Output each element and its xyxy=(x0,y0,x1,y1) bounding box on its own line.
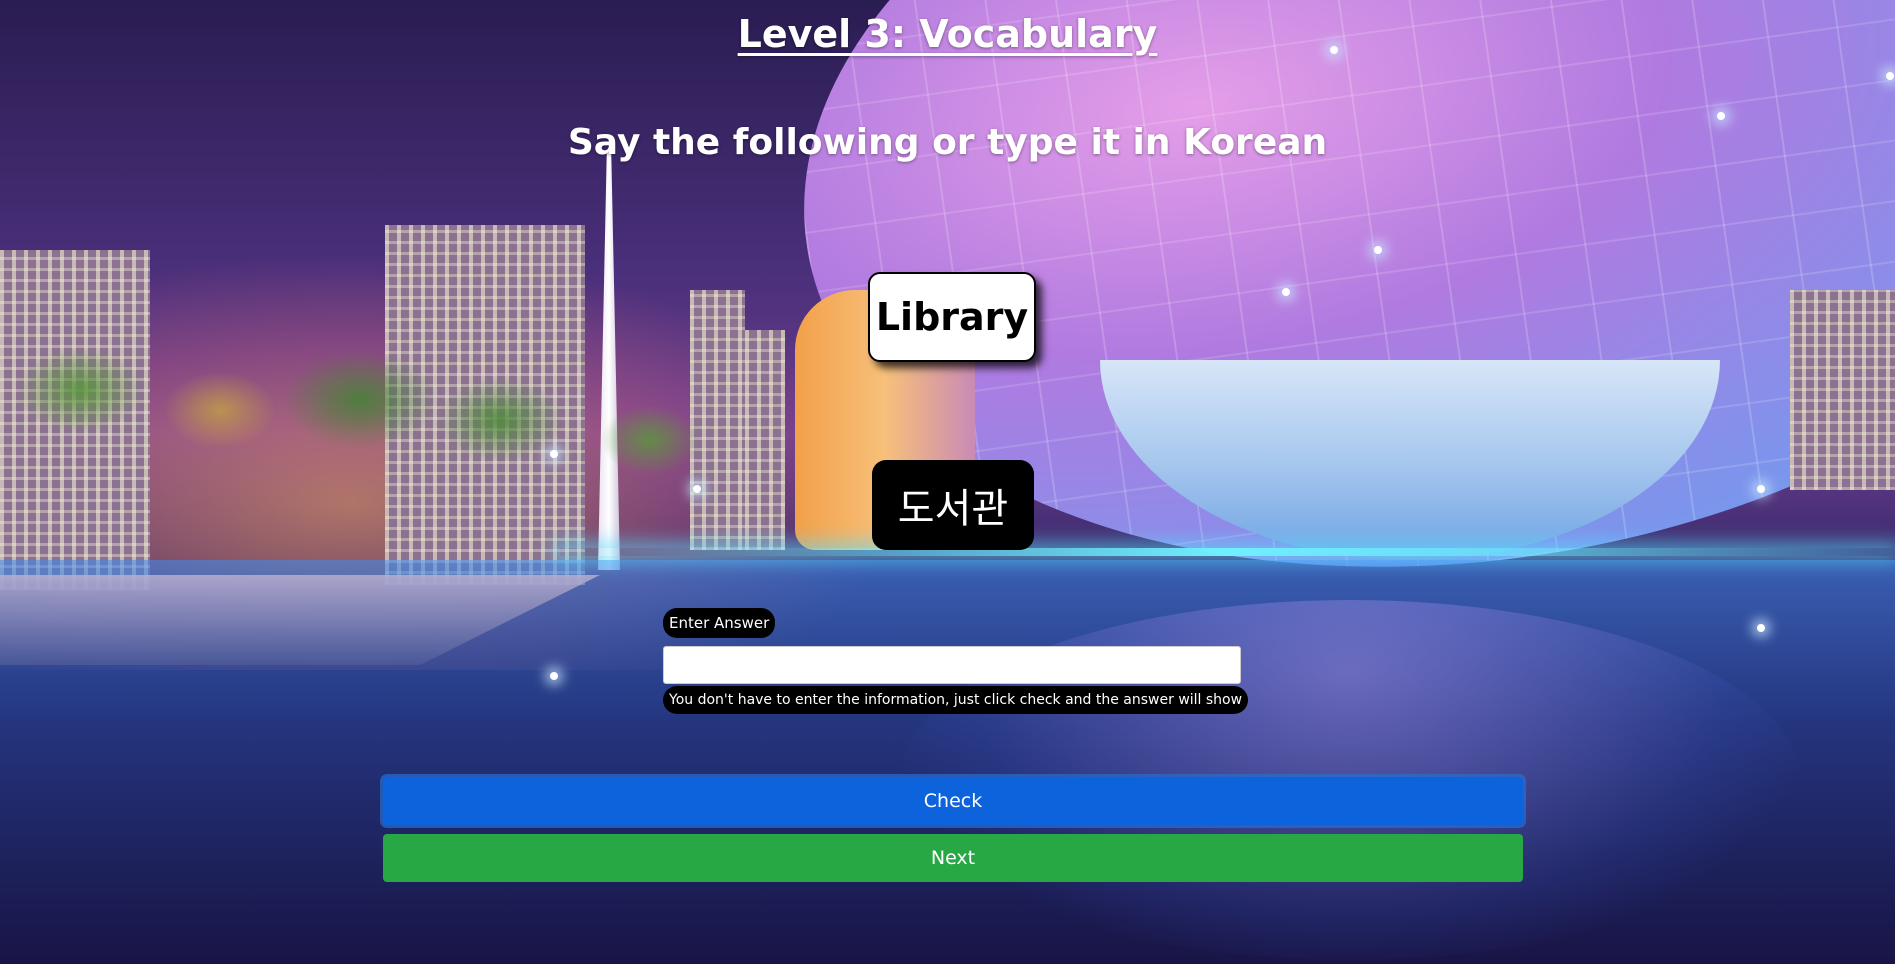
check-button[interactable]: Check xyxy=(383,777,1523,825)
page-title: Level 3: Vocabulary xyxy=(737,12,1158,56)
answer-hint: You don't have to enter the information,… xyxy=(663,686,1249,714)
english-word-card: Library xyxy=(868,272,1036,362)
instruction-text: Say the following or type it in Korean xyxy=(567,122,1328,163)
vocabulary-lesson: Level 3: Vocabulary Say the following or… xyxy=(0,0,1895,964)
answer-input[interactable] xyxy=(663,646,1241,684)
next-button[interactable]: Next xyxy=(383,834,1523,882)
korean-word-card: 도서관 xyxy=(872,460,1034,550)
answer-label: Enter Answer xyxy=(663,608,776,638)
